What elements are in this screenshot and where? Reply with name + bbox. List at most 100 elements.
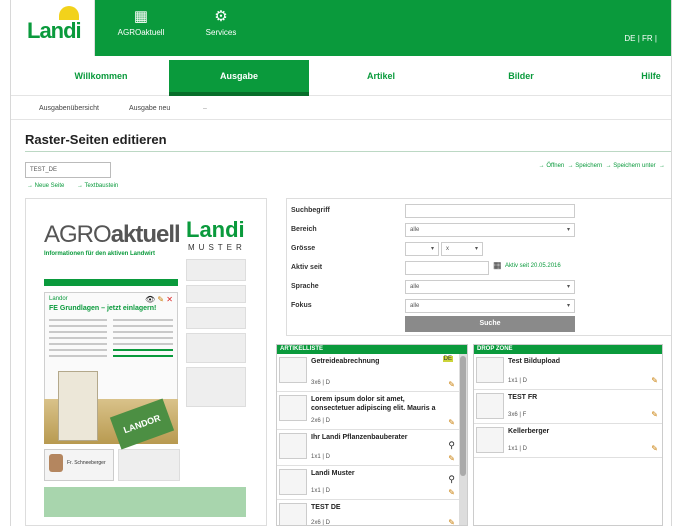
text-line	[49, 343, 107, 345]
calendar-icon[interactable]: ▦	[493, 260, 502, 271]
tab-willkommen[interactable]: Willkommen	[31, 60, 171, 92]
edit-icon[interactable]: ✎	[448, 418, 455, 427]
nav-agroaktuell[interactable]: ▦ AGROaktuell	[111, 6, 171, 37]
page-select[interactable]: TEST_DE	[25, 162, 111, 178]
chevron-down-icon: ▾	[566, 303, 570, 309]
new-page-link[interactable]: → Neue Seite	[27, 183, 64, 189]
list-item[interactable]: Landi Muster ⚲ 1x1 | D ✎	[277, 466, 467, 500]
list-item[interactable]: TEST DE 2x6 | D ✎	[277, 500, 467, 526]
more-link[interactable]: →	[659, 163, 665, 169]
list-item-title: Kellerberger	[508, 428, 550, 435]
gear-icon: ⚙	[214, 8, 228, 25]
search-button[interactable]: Suche	[405, 316, 575, 332]
close-icon[interactable]: ✕	[166, 295, 173, 304]
list-item-meta: 2x6 | D	[311, 418, 330, 424]
lang-separator: |	[637, 34, 640, 43]
list-item-meta: 2x6 | D	[311, 520, 330, 526]
link-icon[interactable]: ⚲	[448, 474, 455, 485]
text-line	[49, 355, 107, 357]
subnav-new[interactable]: Ausgabe neu	[129, 105, 170, 112]
top-bar: Landi ▦ AGROaktuell ⚙ Services DE | FR |	[11, 0, 671, 56]
artikelliste-scrollbar[interactable]	[459, 354, 467, 525]
language-select[interactable]: alle ▾	[405, 280, 575, 294]
list-item-meta: 1x1 | D	[311, 454, 330, 460]
label-term: Suchbegriff	[291, 207, 330, 214]
area-select[interactable]: alle ▾	[405, 223, 575, 237]
tab-bilder[interactable]: Bilder	[451, 60, 591, 92]
lang-de[interactable]: DE	[624, 34, 635, 43]
edit-icon[interactable]: ✎	[448, 518, 455, 525]
list-item[interactable]: Ihr Landi Pflanzenbauberater ⚲ 1x1 | D ✎	[277, 430, 467, 466]
artikelliste-panel: ARTIKELLISTE Getreideabrechnung DE 3x6 |…	[276, 344, 468, 526]
edit-icon[interactable]: ✎	[448, 454, 455, 463]
landi-logo[interactable]: Landi	[11, 0, 95, 56]
chevron-down-icon: ▾	[566, 227, 570, 233]
active-since-note: Aktiv seit 20.05.2016	[505, 263, 561, 269]
active-since-input[interactable]	[405, 261, 489, 275]
subnav-overview[interactable]: Ausgabenübersicht	[39, 105, 99, 112]
list-item-title: Landi Muster	[311, 470, 355, 477]
edit-icon[interactable]: ✎	[651, 410, 658, 419]
text-line	[113, 319, 173, 321]
article-thumbnail	[279, 395, 307, 421]
focus-select[interactable]: alle ▾	[405, 299, 575, 313]
text-line	[113, 325, 173, 327]
size-select-2-value: x	[446, 246, 449, 252]
chevron-down-icon: ▾	[474, 246, 478, 252]
tab-ausgabe[interactable]: Ausgabe	[169, 60, 309, 96]
grid-slot[interactable]	[118, 449, 180, 481]
text-line	[49, 319, 107, 321]
list-item[interactable]: Kellerberger 1x1 | D ✎	[474, 424, 662, 458]
list-item[interactable]: Lorem ipsum dolor sit amet, consectetuer…	[277, 392, 467, 430]
grid-slot[interactable]	[186, 285, 246, 303]
preview-landi-logo: Landi	[186, 217, 245, 242]
text-line	[113, 349, 173, 351]
list-item[interactable]: Test Bildupload 1x1 | D ✎	[474, 354, 662, 390]
view-icon[interactable]: 👁	[145, 295, 155, 304]
text-block-link[interactable]: → Textbaustein	[77, 183, 118, 189]
size-select-1[interactable]: ▾	[405, 242, 439, 256]
open-link[interactable]: → Öffnen	[539, 163, 565, 169]
edit-icon[interactable]: ✎	[651, 376, 658, 385]
page-preview[interactable]: AGROaktuell Informationen für den aktive…	[25, 198, 267, 526]
nav-services[interactable]: ⚙ Services	[191, 6, 251, 37]
language-badge: DE	[442, 356, 453, 362]
text-line	[113, 337, 173, 339]
save-link[interactable]: → Speichern	[568, 163, 603, 169]
search-form: Suchbegriff Bereich alle ▾ Grösse ▾ x ▾ Ak…	[286, 198, 671, 336]
grid-icon: ▦	[133, 8, 149, 25]
title-divider	[25, 151, 671, 152]
term-input[interactable]	[405, 204, 575, 218]
article-thumbnail	[476, 393, 504, 419]
edit-icon[interactable]: ✎	[448, 380, 455, 389]
article-thumbnail	[279, 433, 307, 459]
preview-footer-table[interactable]	[44, 487, 246, 517]
tab-hilfe[interactable]: Hilfe	[611, 60, 671, 92]
grid-slot[interactable]	[186, 259, 246, 281]
grid-slot[interactable]	[186, 367, 246, 407]
page-select-value: TEST_DE	[30, 167, 58, 173]
dropzone-panel[interactable]: DROP ZONE Test Bildupload 1x1 | D ✎ TEST…	[473, 344, 663, 526]
list-item-title: TEST DE	[311, 504, 341, 511]
file-actions: → Öffnen → Speichern → Speichern unter →	[539, 163, 665, 169]
list-item[interactable]: TEST FR 3x6 | F ✎	[474, 390, 662, 424]
list-item[interactable]: Getreideabrechnung DE 3x6 | D ✎	[277, 354, 467, 392]
language-switch: DE | FR |	[624, 34, 657, 43]
person-name: Fr. Schneeberger	[67, 460, 106, 466]
edit-icon[interactable]: ✎	[651, 444, 658, 453]
lang-fr[interactable]: FR	[642, 34, 653, 43]
grid-slot[interactable]	[186, 333, 246, 363]
grid-slot[interactable]	[186, 307, 246, 329]
size-select-2[interactable]: x ▾	[441, 242, 483, 256]
link-icon[interactable]: ⚲	[448, 440, 455, 451]
scrollbar-thumb[interactable]	[460, 356, 466, 476]
contact-box[interactable]: Fr. Schneeberger	[44, 449, 114, 481]
product-bag-image	[58, 371, 98, 441]
save-as-link[interactable]: → Speichern unter	[606, 163, 656, 169]
article-thumbnail	[476, 427, 504, 453]
edit-icon[interactable]: ✎	[448, 488, 455, 497]
edit-icon[interactable]: ✎	[157, 295, 164, 304]
lang-separator-2: |	[654, 34, 657, 43]
preview-muster: MUSTER	[188, 243, 246, 252]
tab-artikel[interactable]: Artikel	[311, 60, 451, 92]
